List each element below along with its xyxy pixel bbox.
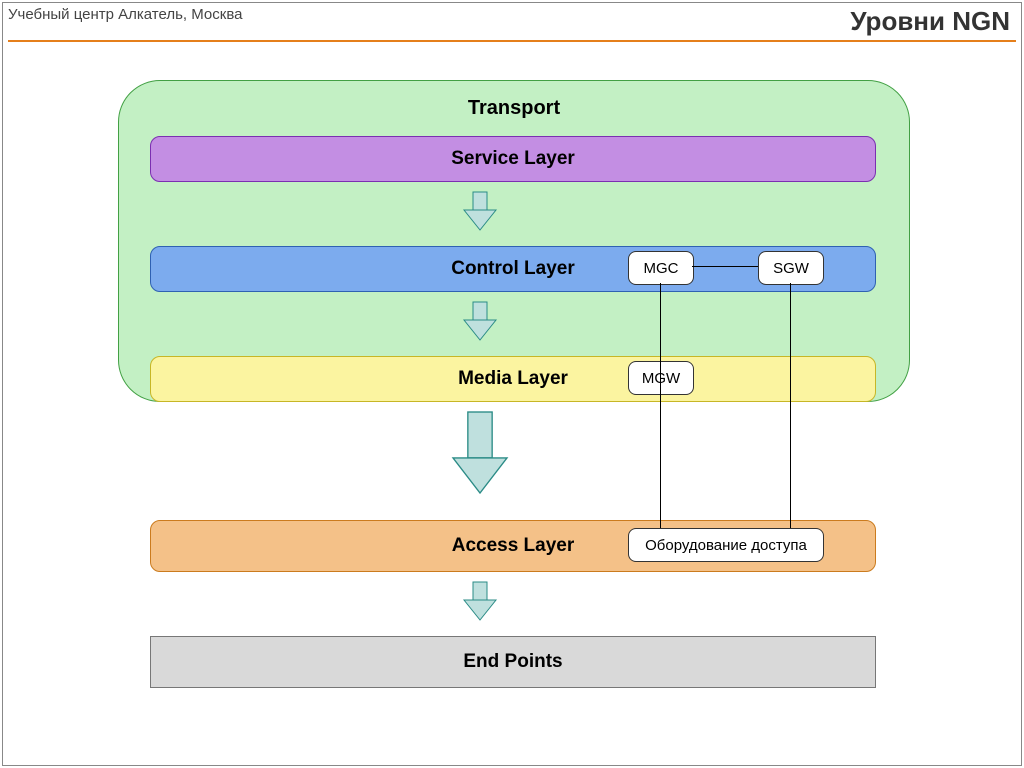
media-layer-label: Media Layer [458,368,568,390]
sgw-node: SGW [758,251,824,285]
transport-title: Transport [119,97,909,120]
access-equipment-node: Оборудование доступа [628,528,824,562]
line-sgw-access [790,283,791,528]
transport-container: Transport [118,80,910,402]
line-mgc-sgw [692,266,758,267]
page-title: Уровни NGN [850,6,1010,37]
service-layer: Service Layer [150,136,876,182]
line-mgc-access [660,283,661,528]
header-rule [8,40,1016,42]
media-layer: Media Layer [150,356,876,402]
control-layer-label: Control Layer [451,258,575,280]
header-left: Учебный центр Алкатель, Москва [8,6,242,23]
endpoints-layer: End Points [150,636,876,688]
service-layer-label: Service Layer [451,148,575,170]
mgc-node: MGC [628,251,694,285]
mgw-node: MGW [628,361,694,395]
access-layer-label: Access Layer [452,535,575,557]
endpoints-layer-label: End Points [463,651,562,673]
